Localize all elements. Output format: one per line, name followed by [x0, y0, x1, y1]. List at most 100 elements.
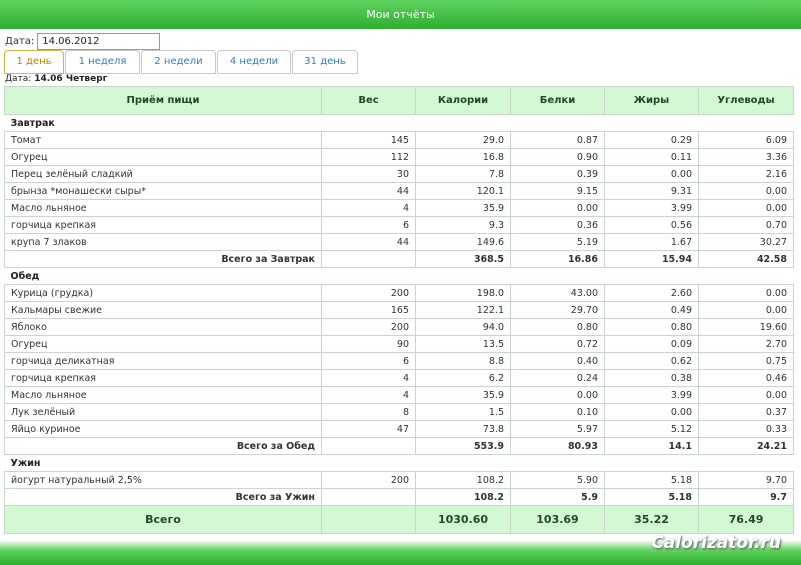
total-carbs: 24.21 — [698, 437, 794, 455]
cell-carbs: 0.70 — [698, 216, 794, 234]
tab-1-week[interactable]: 1 неделя — [65, 50, 140, 74]
selected-day: Дата: 14.06 Четверг — [5, 74, 107, 84]
cell-protein: 0.24 — [510, 369, 605, 387]
date-input[interactable] — [37, 32, 161, 50]
cell-food-name: крупа 7 злаков — [4, 233, 322, 251]
cell-food-name: горчица крепкая — [4, 369, 322, 387]
cell-protein: 43.00 — [510, 284, 605, 302]
cell-food-name: Яблоко — [4, 318, 322, 336]
cell-food-name: Томат — [4, 131, 322, 149]
selected-day-prefix: Дата: — [5, 74, 32, 84]
total-carbs: 42.58 — [698, 250, 794, 268]
total-food-name: Всего за Ужин — [4, 488, 322, 506]
col-carbs: Углеводы — [698, 86, 794, 115]
cell-protein: 0.10 — [510, 403, 605, 421]
cell-food-name: Огурец — [4, 148, 322, 166]
cell-carbs: 0.00 — [698, 386, 794, 404]
total-fat: 15.94 — [604, 250, 699, 268]
cell-weight: 200 — [321, 471, 416, 489]
cell-food-name: горчица деликатная — [4, 352, 322, 370]
grand-total-row: Всего 1030.60 103.69 35.22 76.49 — [4, 505, 794, 534]
cell-calories: 198.0 — [415, 284, 511, 302]
cell-calories: 73.8 — [415, 420, 511, 438]
tab-31-days[interactable]: 31 день — [292, 50, 358, 74]
meal-section-title: Ужин — [4, 454, 794, 472]
table-row: Масло льняное 4 35.9 0.00 3.99 0.00 — [4, 386, 794, 404]
cell-weight: 165 — [321, 301, 416, 319]
total-carbs: 9.7 — [698, 488, 794, 506]
grand-calories: 1030.60 — [415, 505, 511, 534]
col-protein: Белки — [510, 86, 605, 115]
cell-fat: 1.67 — [604, 233, 699, 251]
cell-fat: 0.62 — [604, 352, 699, 370]
table-header-row: Приём пищи Вес Калории Белки Жиры Углево… — [4, 86, 794, 115]
total-calories: 368.5 — [415, 250, 511, 268]
cell-food-name: Курица (грудка) — [4, 284, 322, 302]
cell-fat: 3.99 — [604, 386, 699, 404]
cell-fat: 0.29 — [604, 131, 699, 149]
table-row: Огурец 112 16.8 0.90 0.11 3.36 — [4, 148, 794, 166]
cell-calories: 35.9 — [415, 199, 511, 217]
total-weight — [321, 250, 416, 268]
grand-carbs: 76.49 — [698, 505, 794, 534]
tab-4-weeks[interactable]: 4 недели — [217, 50, 291, 74]
cell-carbs: 2.16 — [698, 165, 794, 183]
cell-protein: 9.15 — [510, 182, 605, 200]
cell-fat: 0.38 — [604, 369, 699, 387]
table-row: Огурец 90 13.5 0.72 0.09 2.70 — [4, 335, 794, 353]
table-row: Курица (грудка) 200 198.0 43.00 2.60 0.00 — [4, 284, 794, 302]
cell-food-name: Масло льняное — [4, 386, 322, 404]
cell-weight: 200 — [321, 318, 416, 336]
cell-carbs: 0.46 — [698, 369, 794, 387]
total-calories: 553.9 — [415, 437, 511, 455]
cell-weight: 4 — [321, 386, 416, 404]
cell-calories: 108.2 — [415, 471, 511, 489]
cell-calories: 94.0 — [415, 318, 511, 336]
date-row: Дата: — [5, 32, 161, 50]
cell-food-name: Яйцо куриное — [4, 420, 322, 438]
cell-calories: 120.1 — [415, 182, 511, 200]
cell-fat: 2.60 — [604, 284, 699, 302]
total-fat: 14.1 — [604, 437, 699, 455]
cell-weight: 200 — [321, 284, 416, 302]
cell-food-name: Лук зелёный — [4, 403, 322, 421]
table-row: Яблоко 200 94.0 0.80 0.80 19.60 — [4, 318, 794, 336]
cell-weight: 145 — [321, 131, 416, 149]
col-calories: Калории — [415, 86, 511, 115]
cell-protein: 0.00 — [510, 386, 605, 404]
tab-1-day[interactable]: 1 день — [4, 50, 64, 74]
total-weight — [321, 437, 416, 455]
cell-protein: 5.19 — [510, 233, 605, 251]
meal-total-row: Всего за Обед 553.9 80.93 14.1 24.21 — [4, 437, 794, 455]
cell-calories: 13.5 — [415, 335, 511, 353]
total-fat: 5.18 — [604, 488, 699, 506]
selected-day-value: 14.06 Четверг — [34, 74, 108, 84]
cell-food-name: Огурец — [4, 335, 322, 353]
cell-weight: 30 — [321, 165, 416, 183]
grand-food-name: Всего — [4, 505, 322, 534]
table-row: горчица крепкая 4 6.2 0.24 0.38 0.46 — [4, 369, 794, 387]
tab-2-weeks[interactable]: 2 недели — [141, 50, 216, 74]
cell-protein: 0.00 — [510, 199, 605, 217]
total-calories: 108.2 — [415, 488, 511, 506]
cell-carbs: 0.33 — [698, 420, 794, 438]
col-meal: Приём пищи — [4, 86, 322, 115]
meal-total-row: Всего за Ужин 108.2 5.9 5.18 9.7 — [4, 488, 794, 506]
cell-protein: 0.36 — [510, 216, 605, 234]
cell-carbs: 0.37 — [698, 403, 794, 421]
cell-calories: 122.1 — [415, 301, 511, 319]
cell-calories: 16.8 — [415, 148, 511, 166]
cell-weight: 4 — [321, 369, 416, 387]
cell-protein: 0.90 — [510, 148, 605, 166]
page-title: Мои отчёты — [366, 8, 435, 21]
cell-protein: 0.80 — [510, 318, 605, 336]
cell-carbs: 6.09 — [698, 131, 794, 149]
cell-carbs: 0.00 — [698, 284, 794, 302]
cell-fat: 3.99 — [604, 199, 699, 217]
cell-fat: 0.00 — [604, 165, 699, 183]
cell-food-name: Перец зелёный сладкий — [4, 165, 322, 183]
cell-protein: 0.72 — [510, 335, 605, 353]
cell-carbs: 0.00 — [698, 301, 794, 319]
cell-weight: 90 — [321, 335, 416, 353]
cell-carbs: 0.00 — [698, 199, 794, 217]
